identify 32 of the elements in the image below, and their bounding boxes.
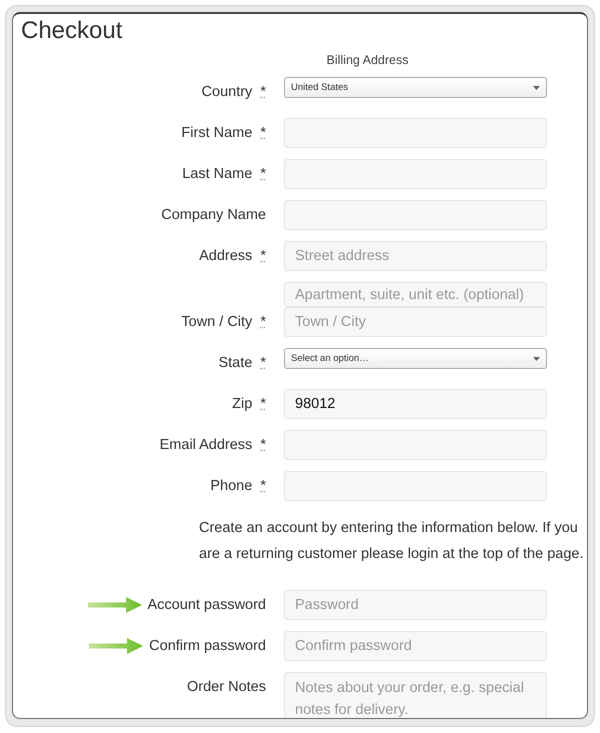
input-field[interactable]: Town / City: [284, 307, 547, 337]
input-field[interactable]: [284, 118, 547, 148]
page-title: Checkout: [20, 16, 122, 46]
input-field[interactable]: [284, 471, 547, 501]
input-field[interactable]: Password: [284, 590, 547, 620]
field-label: First Name *: [181, 125, 266, 141]
select-field[interactable]: United States: [284, 77, 547, 98]
field-label: Order Notes: [187, 679, 266, 695]
account-note: Create an account by entering the information below. If you are a returning customer please login at the top of the page.: [199, 519, 584, 564]
field-label: Account password: [148, 597, 266, 613]
caret-icon: [533, 86, 540, 90]
input-field[interactable]: 98012: [284, 389, 547, 419]
select-field[interactable]: Select an option…: [284, 348, 547, 369]
input-field[interactable]: [284, 200, 547, 230]
input-field[interactable]: Street address: [284, 241, 547, 271]
caret-icon: [533, 356, 540, 360]
field-label: Confirm password: [149, 638, 266, 654]
field-label: State *: [218, 355, 266, 371]
input-field[interactable]: [284, 159, 547, 189]
field-label: Address *: [199, 248, 266, 264]
field-label: Email Address *: [160, 437, 266, 453]
field-label: Phone *: [210, 478, 266, 494]
input-field[interactable]: Confirm password: [284, 631, 547, 661]
input-field[interactable]: Apartment, suite, unit etc. (optional): [284, 282, 547, 307]
field-label: Country *: [202, 84, 266, 100]
field-label: Company Name: [161, 207, 266, 223]
section-heading: Billing Address: [326, 53, 408, 67]
notes-field[interactable]: Notes about your order, e.g. special notes for delivery.: [284, 672, 547, 718]
input-field[interactable]: [284, 430, 547, 460]
field-label: Zip *: [232, 396, 266, 412]
field-label: Last Name *: [182, 166, 266, 182]
field-label: Town / City *: [181, 314, 266, 330]
